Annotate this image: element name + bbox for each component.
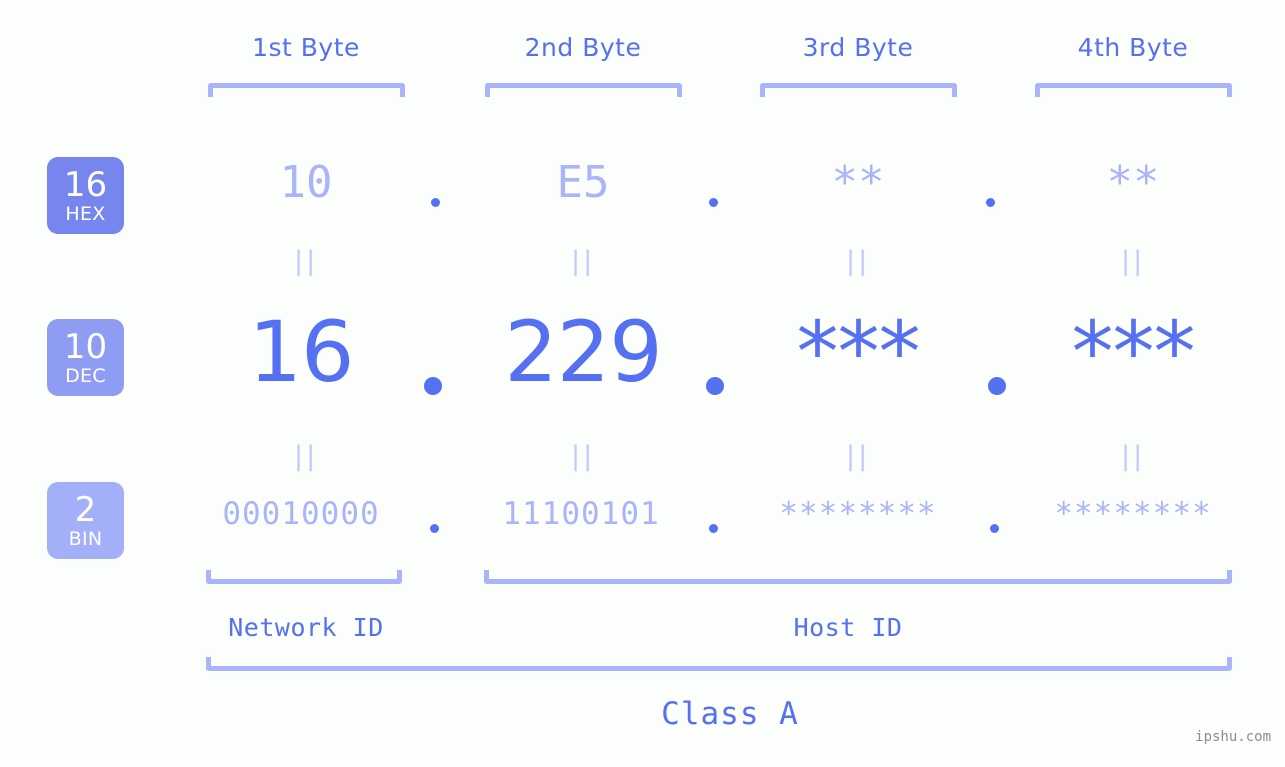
equals-mark-hex-dec-2: || <box>571 246 596 277</box>
base-badge-bin-number: 2 <box>74 489 97 530</box>
hex-separator-dot-2 <box>709 198 718 207</box>
hex-byte-3: ** <box>831 157 885 208</box>
network-id-label: Network ID <box>228 613 384 642</box>
byte-header-2: 2nd Byte <box>524 33 642 62</box>
base-badge-hex: 16 HEX <box>47 157 124 234</box>
base-badge-hex-number: 16 <box>63 164 108 205</box>
base-badge-bin-system: BIN <box>68 527 103 550</box>
bin-separator-dot-2 <box>709 524 718 533</box>
base-badge-bin: 2 BIN <box>47 482 124 559</box>
class-bracket <box>206 657 1232 671</box>
dec-byte-2: 229 <box>504 303 662 401</box>
bin-byte-3: ******** <box>779 496 937 532</box>
dec-separator-dot-2 <box>706 377 724 395</box>
base-badge-hex-system: HEX <box>65 202 106 225</box>
network-id-bracket <box>206 570 402 584</box>
bin-byte-2: 11100101 <box>502 496 660 532</box>
equals-mark-hex-dec-1: || <box>294 246 319 277</box>
dec-separator-dot-1 <box>424 377 442 395</box>
dec-byte-1: 16 <box>248 303 355 401</box>
hex-separator-dot-1 <box>431 198 440 207</box>
hex-separator-dot-3 <box>986 198 995 207</box>
base-badge-dec-number: 10 <box>63 326 108 367</box>
equals-mark-hex-dec-4: || <box>1121 246 1146 277</box>
class-label: Class A <box>661 696 799 732</box>
byte-bracket-2 <box>485 83 682 97</box>
hex-byte-1: 10 <box>279 157 333 208</box>
byte-bracket-3 <box>760 83 957 97</box>
ip-address-breakdown-diagram: 1st Byte 2nd Byte 3rd Byte 4th Byte 16 H… <box>0 0 1285 767</box>
bin-byte-1: 00010000 <box>222 496 380 532</box>
hex-byte-2: E5 <box>556 157 610 208</box>
byte-bracket-1 <box>208 83 405 97</box>
hex-byte-4: ** <box>1106 157 1160 208</box>
equals-mark-dec-bin-3: || <box>846 441 871 472</box>
bin-separator-dot-1 <box>430 524 439 533</box>
dec-separator-dot-3 <box>988 377 1006 395</box>
base-badge-dec: 10 DEC <box>47 319 124 396</box>
base-badge-dec-system: DEC <box>65 364 106 387</box>
byte-bracket-4 <box>1035 83 1232 97</box>
equals-mark-hex-dec-3: || <box>846 246 871 277</box>
byte-header-1: 1st Byte <box>252 33 360 62</box>
equals-mark-dec-bin-2: || <box>571 441 596 472</box>
equals-mark-dec-bin-1: || <box>294 441 319 472</box>
byte-header-3: 3rd Byte <box>802 33 914 62</box>
bin-separator-dot-3 <box>990 524 999 533</box>
byte-header-4: 4th Byte <box>1077 33 1189 62</box>
equals-mark-dec-bin-4: || <box>1121 441 1146 472</box>
site-watermark: ipshu.com <box>1195 729 1271 745</box>
dec-byte-4: *** <box>1071 303 1196 401</box>
bin-byte-4: ******** <box>1054 496 1212 532</box>
host-id-bracket <box>484 570 1232 584</box>
host-id-label: Host ID <box>793 613 903 642</box>
dec-byte-3: *** <box>796 303 921 401</box>
